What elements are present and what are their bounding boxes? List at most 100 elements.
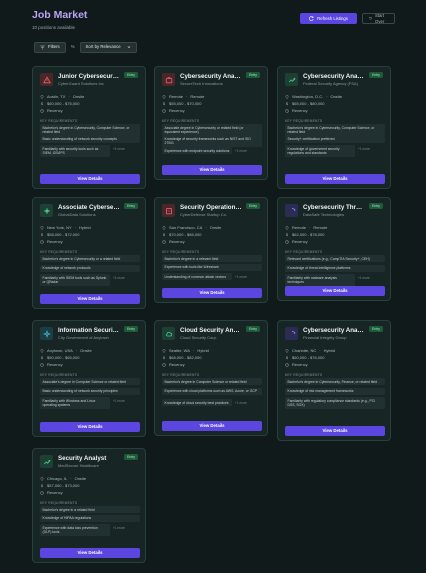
level-badge: Entry: [124, 454, 138, 460]
meta-separator: ·: [192, 348, 195, 353]
clock-icon: [162, 239, 166, 244]
view-details-button[interactable]: View Details: [40, 422, 140, 432]
job-card[interactable]: Cybersecurity Analyst SecureTech Innovati…: [154, 66, 268, 180]
job-salary: $ $60,000 - $76,000: [285, 355, 325, 360]
salary-text: $62,000 - $78,000: [292, 232, 325, 237]
level-badge: Entry: [369, 203, 383, 209]
job-company: SecureTech Innovations: [180, 81, 223, 86]
salary-text: $68,000 - $82,000: [169, 355, 202, 360]
view-details-button[interactable]: View Details: [40, 294, 140, 304]
recency-text: Recency: [292, 362, 308, 367]
refresh-icon: [309, 16, 314, 21]
meta-separator: ·: [68, 94, 70, 99]
job-title[interactable]: Information Security Analyst: [58, 327, 120, 335]
job-location: Austin, TX · Onsite: [40, 94, 84, 99]
requirement-item: Bachelor's degree in a related field: [40, 506, 140, 514]
meta-separator: ·: [309, 225, 311, 230]
salary-text: $58,000 - $72,000: [47, 232, 80, 237]
job-card[interactable]: Cybersecurity Analyst Financial Integrity…: [277, 320, 391, 441]
shield-icon: [291, 207, 295, 211]
job-salary: $ $60,000 - $75,000: [40, 101, 80, 106]
work-type: Onsite: [72, 94, 85, 99]
salary-text: $65,000 - $80,000: [292, 101, 325, 106]
view-details-button[interactable]: View Details: [40, 174, 140, 184]
clock-icon: [162, 362, 166, 367]
job-company: Financial Integrity Group: [303, 335, 347, 340]
level-badge: Entry: [369, 72, 383, 78]
more-requirements: +1 more: [113, 525, 125, 530]
job-title[interactable]: Cloud Security Analyst: [180, 327, 242, 335]
requirement-item: Knowledge of risk management frameworks: [285, 387, 385, 395]
job-title[interactable]: Cybersecurity Analyst: [180, 73, 242, 81]
dollar-icon: $: [285, 101, 289, 106]
job-salary: $ $62,000 - $78,000: [285, 232, 325, 237]
job-title[interactable]: Junior Cybersecurity Analyst: [58, 73, 120, 81]
requirement-item: Associate's degree in Computer Science o…: [40, 378, 140, 386]
job-card[interactable]: Cybersecurity Threat AnalystDataSafe Tec…: [277, 197, 391, 301]
view-details-button[interactable]: View Details: [285, 174, 385, 184]
job-title[interactable]: Cybersecurity Analyst: [303, 73, 365, 81]
location-icon: [40, 225, 44, 230]
salary-text: $60,000 - $75,000: [47, 101, 80, 106]
requirement-item: Basic understanding of network security …: [40, 387, 140, 395]
meta-separator: ·: [70, 476, 72, 481]
requirement-item: Experience with tools like Wireshark: [162, 263, 262, 271]
filters-button[interactable]: Filters: [34, 41, 66, 53]
sort-select-value: Sort by Relevance: [85, 44, 121, 50]
view-details-button[interactable]: View Details: [285, 286, 385, 296]
view-details-button[interactable]: View Details: [162, 421, 262, 431]
job-icon: [162, 327, 175, 340]
work-type: Onsite: [209, 225, 222, 230]
location-icon: [162, 348, 166, 353]
clock-icon: [285, 108, 289, 113]
job-location: New York, NY · Hybrid: [40, 225, 91, 230]
start-over-button[interactable]: Start Over: [362, 13, 395, 24]
dollar-icon: $: [40, 483, 44, 488]
refresh-listings-button[interactable]: Refresh Listings: [300, 13, 357, 24]
salary-text: $60,000 - $76,000: [292, 355, 325, 360]
job-company: DataSafe Technologies: [303, 212, 345, 217]
view-details-button[interactable]: View Details: [162, 165, 262, 175]
work-type: Onsite: [330, 94, 343, 99]
location-text: Remote: [169, 94, 184, 99]
recency-text: Recency: [292, 239, 308, 244]
job-card[interactable]: Junior Cybersecurity AnalystCyberGuard S…: [32, 66, 146, 189]
level-badge: Entry: [124, 72, 138, 78]
job-card[interactable]: Cloud Security Analyst Cloud Security Cor…: [154, 320, 268, 436]
job-recency: Recency: [162, 239, 185, 244]
requirement-item: Familiarity with SIEM tools such as Splu…: [40, 274, 110, 286]
sparkle-icon: [42, 329, 51, 338]
filters-label: Filters: [48, 44, 60, 50]
job-title[interactable]: Associate Cybersecurity Engineer: [58, 204, 120, 212]
requirement-item: Bachelor's degree in Cybersecurity or a …: [40, 255, 140, 263]
work-type: Hybrid: [79, 225, 91, 230]
salary-text: $57,000 - $73,000: [47, 483, 80, 488]
job-recency: Recency: [285, 239, 308, 244]
job-location: Charlotte, NC · Hybrid: [285, 348, 335, 353]
job-location: Seattle, WA · Hybrid: [162, 348, 209, 353]
filter-icon: [40, 45, 45, 49]
job-card[interactable]: Information Security AnalystCity Governm…: [32, 320, 146, 437]
job-title[interactable]: Security Operations Center Analyst: [180, 204, 242, 212]
requirement-item: Knowledge of network protocols: [40, 264, 140, 272]
level-badge: Entry: [246, 203, 260, 209]
job-title[interactable]: Cybersecurity Analyst: [303, 327, 365, 335]
job-icon: [40, 455, 53, 468]
view-details-button[interactable]: View Details: [40, 548, 140, 558]
sort-select[interactable]: Sort by Relevance: [79, 41, 137, 53]
dollar-icon: $: [40, 101, 44, 106]
job-recency: Recency: [162, 108, 185, 113]
job-recency: Recency: [40, 490, 63, 495]
job-title[interactable]: Security Analyst: [58, 455, 120, 463]
job-title[interactable]: Cybersecurity Threat Analyst: [303, 204, 365, 212]
recency-text: Recency: [169, 108, 185, 113]
view-details-button[interactable]: View Details: [285, 426, 385, 436]
dollar-icon: $: [285, 232, 289, 237]
job-card[interactable]: Security Analyst MedSecure Healthcare Entr…: [32, 448, 146, 563]
view-details-button[interactable]: View Details: [162, 288, 262, 298]
location-text: San Francisco, CA: [169, 225, 203, 230]
job-salary: $ $58,000 - $72,000: [40, 232, 80, 237]
job-card[interactable]: Associate Cybersecurity EngineerGlobalDa…: [32, 197, 146, 309]
job-card[interactable]: Security Operations Center AnalystCyberD…: [154, 197, 268, 303]
job-card[interactable]: Cybersecurity Analyst Federal Security Ag…: [277, 66, 391, 189]
